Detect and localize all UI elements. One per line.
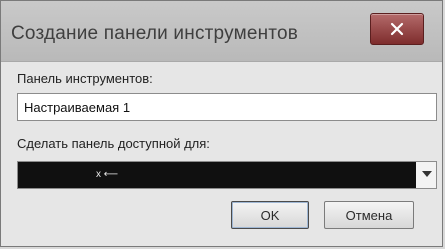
chevron-down-icon[interactable] — [422, 171, 432, 177]
availability-selected-value: x ⟵ — [18, 162, 416, 188]
close-button[interactable] — [370, 13, 424, 45]
availability-dropdown[interactable]: x ⟵ — [17, 161, 437, 189]
create-toolbar-dialog: Создание панели инструментов Панель инст… — [0, 0, 443, 247]
availability-label: Сделать панель доступной для: — [17, 136, 210, 151]
toolbar-name-input[interactable] — [17, 93, 437, 121]
dialog-title: Создание панели инструментов — [11, 23, 299, 44]
close-icon — [390, 22, 404, 36]
ok-button[interactable]: OK — [231, 201, 309, 229]
toolbar-name-label: Панель инструментов: — [17, 71, 153, 86]
cancel-button[interactable]: Отмена — [324, 201, 414, 229]
title-bar[interactable]: Создание панели инструментов — [1, 1, 442, 62]
